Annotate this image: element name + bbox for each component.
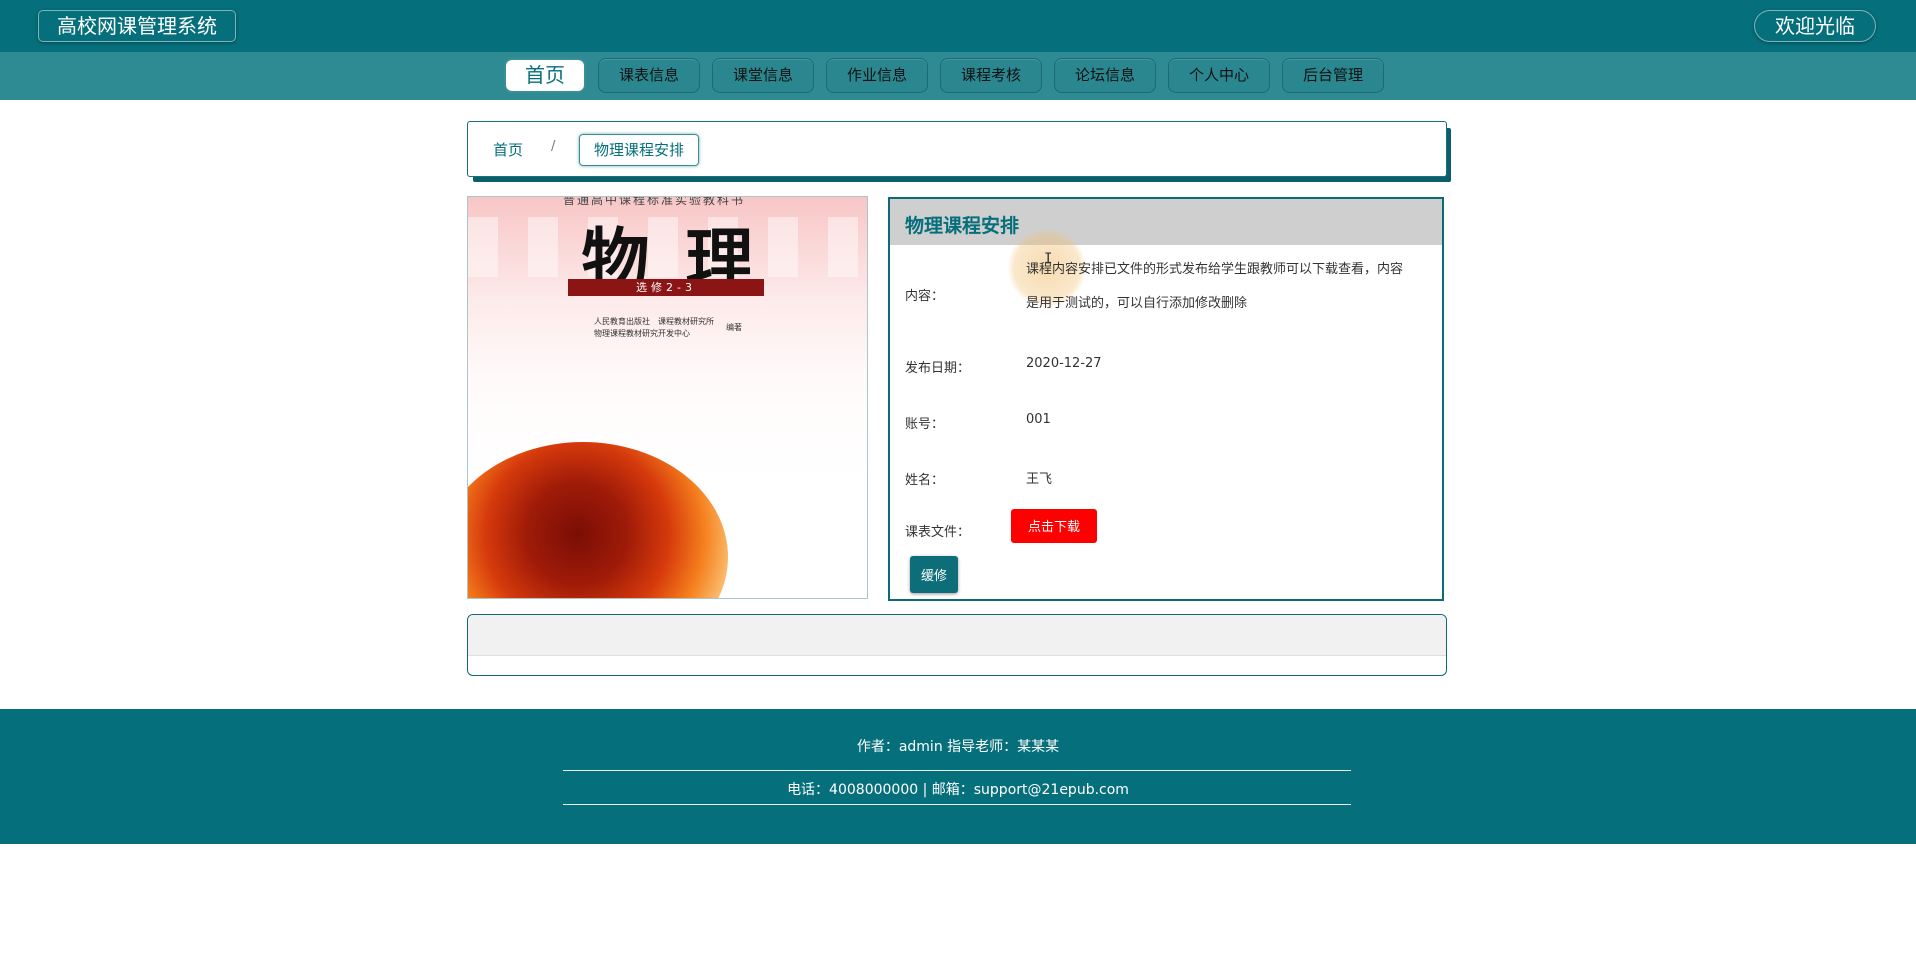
course-cover-image: 普通高中课程标准实验教科书 物理 选修2-3 人民教育出版社 课程教材研究所 物… <box>467 196 868 599</box>
file-label: 课表文件： <box>905 525 971 540</box>
footer-divider <box>563 804 1351 805</box>
cover-subtitle: 选修2-3 <box>568 279 764 296</box>
download-button[interactable]: 点击下载 <box>1011 509 1097 543</box>
breadcrumb-current: 物理课程安排 <box>579 134 700 166</box>
content-label: 内容： <box>905 289 945 304</box>
text-cursor-icon: I <box>1044 251 1053 267</box>
content-value: 课程内容安排已文件的形式发布给学生跟教师可以下载查看，内容是用于测试的，可以自行… <box>1026 262 1404 311</box>
date-value: 2020-12-27 <box>1026 356 1102 371</box>
breadcrumb-home-link[interactable]: 首页 <box>493 139 523 160</box>
footer-divider <box>563 770 1351 771</box>
nav-personal-center[interactable]: 个人中心 <box>1168 58 1270 93</box>
nav-home[interactable]: 首页 <box>504 58 586 93</box>
detail-header: 物理课程安排 <box>890 199 1442 245</box>
breadcrumb: 首页 / 物理课程安排 <box>467 121 1447 177</box>
footer-author: 作者：admin 指导老师：某某某 <box>856 739 1060 755</box>
nav-classroom[interactable]: 课堂信息 <box>712 58 814 93</box>
account-label: 账号： <box>905 417 945 432</box>
date-label: 发布日期： <box>905 361 971 376</box>
footer: 作者：admin 指导老师：某某某 电话：4008000000 | 邮箱：sup… <box>0 709 1916 844</box>
nav-timetable[interactable]: 课表信息 <box>598 58 700 93</box>
empty-content-box <box>467 614 1447 676</box>
welcome-badge: 欢迎光临 <box>1754 10 1876 42</box>
site-title[interactable]: 高校网课管理系统 <box>38 10 236 42</box>
footer-contact: 电话：4008000000 | 邮箱：support@21epub.com <box>787 782 1129 798</box>
name-label: 姓名： <box>905 473 945 488</box>
nav-homework[interactable]: 作业信息 <box>826 58 928 93</box>
cover-publisher-tag: 编著 <box>726 323 742 332</box>
nav-forum[interactable]: 论坛信息 <box>1054 58 1156 93</box>
breadcrumb-separator: / <box>551 139 556 154</box>
cover-sun-graphic <box>468 442 728 598</box>
name-value: 王飞 <box>1026 472 1053 487</box>
nav-assessment[interactable]: 课程考核 <box>940 58 1042 93</box>
empty-box-header <box>468 615 1446 656</box>
account-value: 001 <box>1026 412 1051 427</box>
detail-title: 物理课程安排 <box>905 215 1020 237</box>
edit-button[interactable]: 缓修 <box>910 556 958 593</box>
nav-admin[interactable]: 后台管理 <box>1282 58 1384 93</box>
top-header: 高校网课管理系统 欢迎光临 <box>0 0 1916 53</box>
course-detail-panel: 物理课程安排 内容： 课程内容安排已文件的形式发布给学生跟教师可以下载查看，内容… <box>888 197 1444 601</box>
main-nav: 首页 课表信息 课堂信息 作业信息 课程考核 论坛信息 个人中心 后台管理 <box>0 52 1916 100</box>
